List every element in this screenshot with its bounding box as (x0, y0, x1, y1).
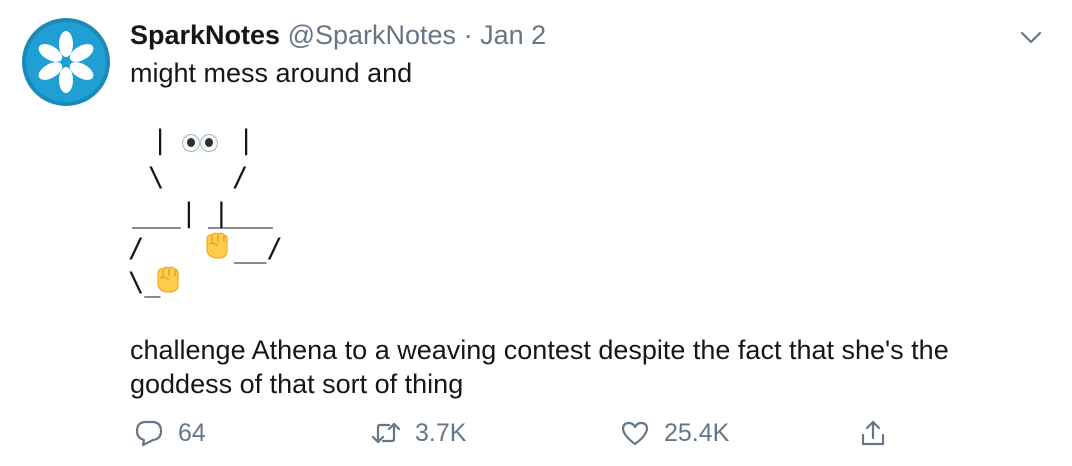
more-menu-button[interactable] (1018, 24, 1044, 50)
like-count: 25.4K (664, 418, 730, 447)
art-line1-left: | (152, 125, 169, 156)
art-line1-right: | (238, 125, 255, 156)
art-line4-left: / (128, 233, 145, 264)
art-line2-right: / (232, 162, 249, 193)
reply-count: 64 (178, 418, 206, 447)
sparknotes-logo-icon (22, 18, 110, 106)
tweet-date[interactable]: Jan 2 (480, 20, 546, 50)
separator: · (463, 20, 473, 50)
avatar[interactable] (22, 18, 110, 106)
tweet-text-top: might mess around and (130, 58, 413, 88)
retweet-count: 3.7K (415, 418, 467, 447)
chevron-down-icon (1020, 31, 1042, 44)
art-line4-right: __/ (234, 233, 283, 264)
display-name[interactable]: SparkNotes (130, 20, 280, 50)
reply-icon (135, 420, 163, 447)
reply-button[interactable]: 64 (134, 418, 206, 448)
like-icon (621, 421, 649, 446)
art-line3-right: ____ (208, 198, 274, 229)
like-button[interactable]: 25.4K (620, 418, 729, 448)
raised-fist-emoji (206, 232, 228, 259)
share-button[interactable] (858, 418, 888, 453)
retweet-icon (371, 422, 401, 444)
art-line2-left: \ (148, 162, 165, 193)
tweet-text-bottom: challenge Athena to a weaving contest de… (130, 335, 949, 399)
action-bar: 64 3.7K 25.4K (0, 418, 1072, 454)
share-icon (861, 420, 885, 446)
tweet-header: SparkNotes @SparkNotes · Jan 2 (130, 18, 546, 52)
eyes-emoji (200, 134, 218, 152)
raised-fist-emoji (157, 266, 179, 293)
handle[interactable]: @SparkNotes (288, 20, 456, 50)
eyes-emoji (182, 134, 200, 152)
retweet-button[interactable]: 3.7K (371, 418, 466, 448)
